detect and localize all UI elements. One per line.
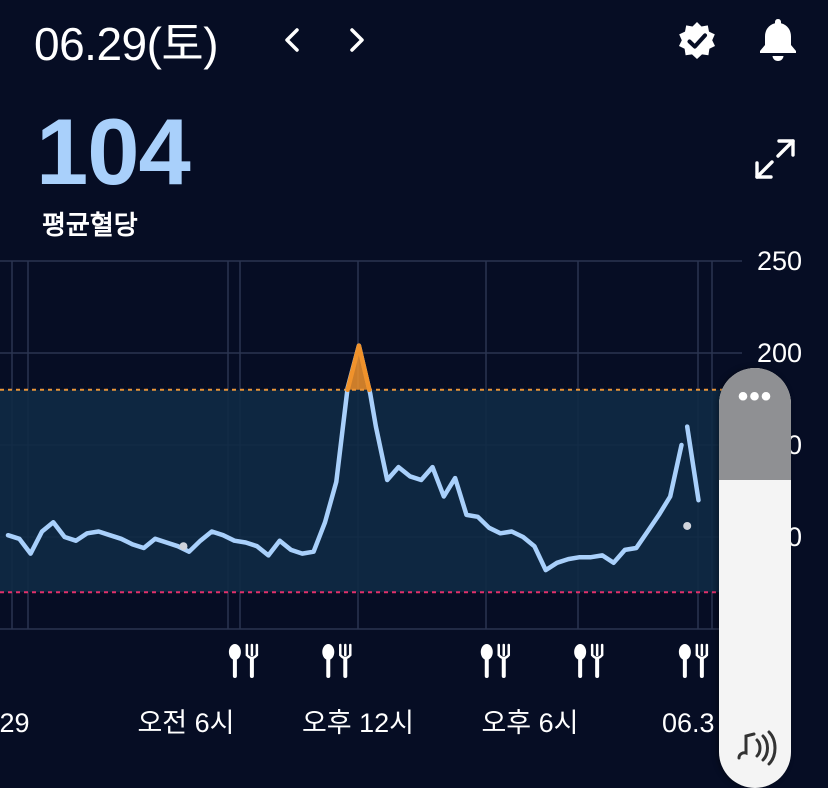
x-tick-label: 06.3 — [662, 708, 715, 738]
previous-day-button[interactable] — [275, 22, 311, 58]
x-tick-label: 오후 12시 — [302, 708, 414, 738]
fork-knife-icon — [228, 643, 259, 678]
notifications-button[interactable] — [755, 16, 801, 62]
floating-side-panel[interactable]: ••• — [719, 368, 791, 788]
bell-icon — [760, 19, 796, 61]
x-tick-label: 오전 6시 — [137, 708, 234, 738]
more-options-icon[interactable]: ••• — [719, 382, 791, 412]
expand-chart-button[interactable] — [752, 136, 798, 182]
meal-markers — [228, 643, 709, 678]
date-title: 06.29(토) — [34, 18, 219, 70]
chevron-left-icon — [285, 28, 299, 52]
x-tick-label: .29 — [0, 708, 30, 738]
verified-badge-icon — [679, 22, 715, 59]
target-range-band — [0, 389, 742, 593]
average-glucose-value: 104 — [36, 99, 191, 204]
fork-knife-icon — [574, 643, 604, 678]
average-glucose-label: 평균혈당 — [42, 210, 138, 240]
fork-knife-icon — [322, 643, 352, 678]
expand-icon — [755, 139, 795, 179]
glucose-chart: 250200150100 .29오전 6시오후 12시오후 6시06.3 — [0, 246, 802, 738]
verified-badge-button[interactable] — [676, 20, 718, 62]
sensor-reading-dot — [179, 542, 188, 551]
next-day-button[interactable] — [338, 22, 374, 58]
x-tick-label: 오후 6시 — [481, 708, 578, 738]
chevron-right-icon — [350, 28, 364, 52]
y-tick-label: 200 — [757, 338, 802, 368]
x-axis-ticks: .29 오전 6시 오후 12시 오후 6시 06.3 — [0, 708, 715, 738]
fork-knife-icon — [480, 643, 511, 678]
sensor-reading-dot — [683, 521, 692, 530]
audio-wave-icon[interactable] — [733, 730, 777, 770]
target-range — [0, 388, 742, 594]
fork-knife-icon — [678, 643, 709, 678]
y-tick-label: 250 — [757, 246, 802, 276]
